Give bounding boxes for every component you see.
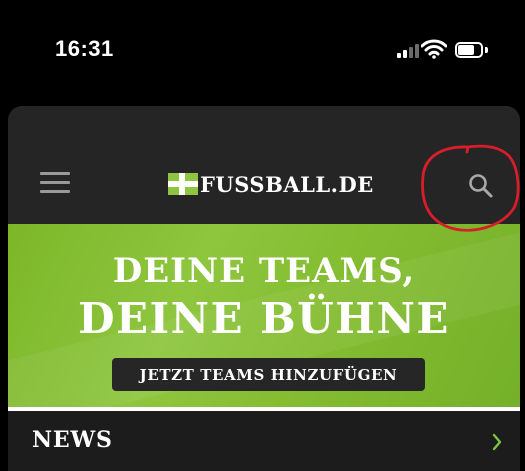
chevron-right-icon — [492, 433, 502, 451]
add-teams-button[interactable]: JETZT TEAMS HINZUFÜGEN — [112, 358, 425, 391]
app-screen: 16:31 FUSSBALL.DE DEINE TEAMS, DEINE BÜH… — [8, 6, 520, 471]
cellular-signal-icon — [397, 44, 419, 58]
banner-headline-line1: DEINE TEAMS, — [112, 251, 416, 291]
battery-icon — [455, 42, 489, 60]
news-section-row[interactable]: NEWS — [8, 411, 520, 471]
wifi-icon — [421, 39, 447, 59]
news-heading: NEWS — [32, 427, 113, 453]
status-bar: 16:31 — [8, 6, 520, 104]
banner-headline-line2: DEINE BÜHNE — [78, 294, 450, 343]
logo[interactable]: FUSSBALL.DE — [168, 170, 374, 198]
hamburger-menu-icon[interactable] — [40, 172, 70, 194]
promo-banner[interactable]: DEINE TEAMS, DEINE BÜHNE JETZT TEAMS HIN… — [8, 224, 520, 407]
app-header: FUSSBALL.DE — [8, 106, 520, 224]
logo-text: FUSSBALL.DE — [200, 171, 374, 197]
search-icon[interactable] — [467, 172, 495, 200]
logo-flag-icon — [168, 173, 198, 195]
status-time: 16:31 — [55, 36, 114, 61]
